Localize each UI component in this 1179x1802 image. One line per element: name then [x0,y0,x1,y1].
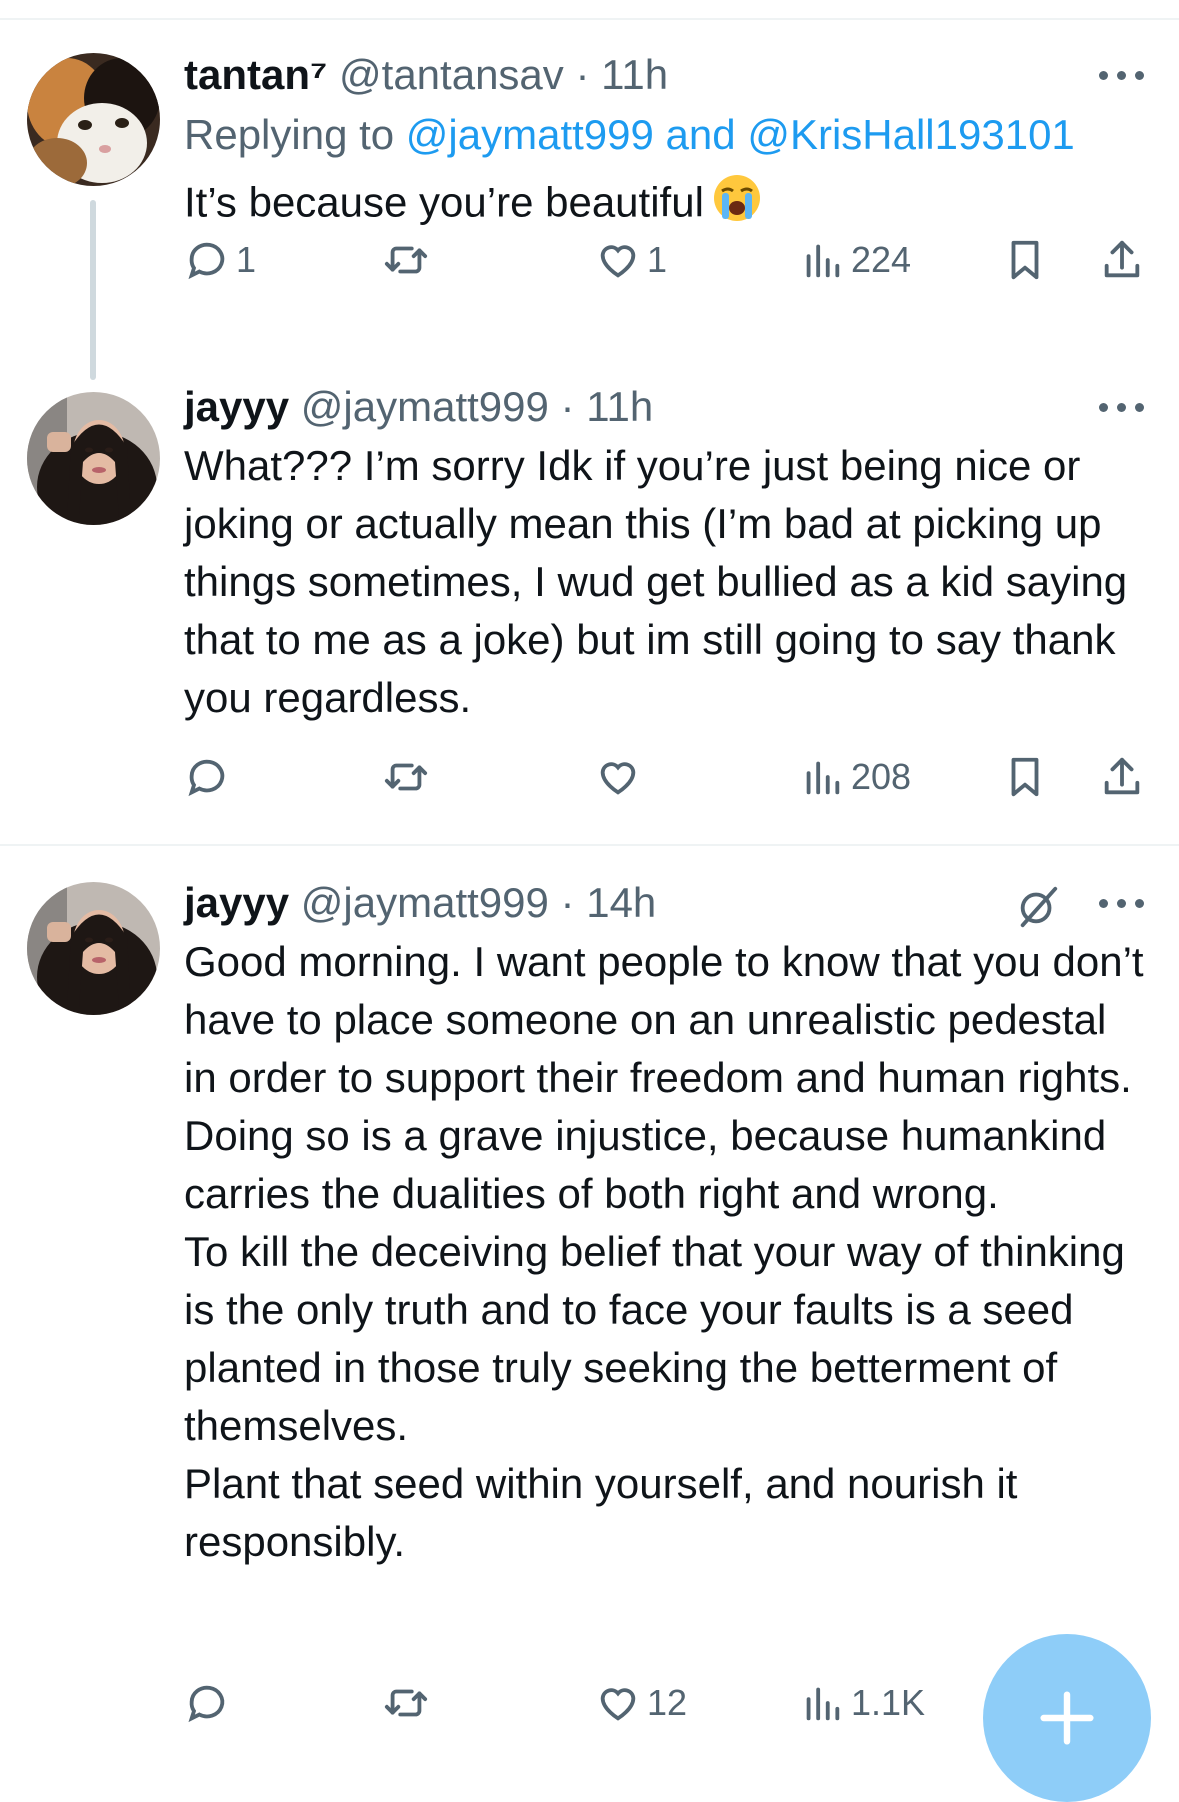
avatar[interactable] [27,882,160,1015]
tweet-reply-jayyy[interactable]: jayyy @jaymatt999 · 11h What??? I’m sorr… [0,380,1179,840]
retweet-button[interactable] [383,230,435,290]
bookmark-icon [1011,757,1039,797]
view-count: 1.1K [851,1682,926,1723]
avatar[interactable] [27,53,160,186]
separator-dot: · [575,51,590,98]
view-count: 208 [851,756,912,797]
thread-connector-line [90,200,96,380]
like-count: 12 [647,1682,688,1723]
display-name[interactable]: jayyy [184,879,289,926]
more-options-icon[interactable] [1099,395,1145,419]
bookmark-icon [1011,240,1039,280]
like-button[interactable] [595,747,647,807]
tweet-text: Good morning. I want people to know that… [184,938,1144,1565]
reply-button[interactable] [184,1673,236,1733]
tweet-header: tantan⁷ @tantansav · 11h [184,45,1145,105]
retweet-icon [384,763,428,791]
reply-icon [188,1685,225,1723]
timestamp[interactable]: 14h [586,879,656,926]
retweet-button[interactable] [383,1673,435,1733]
mention-link[interactable]: @jaymatt999 [406,111,654,158]
views-button[interactable]: 224 [799,230,911,290]
share-button[interactable] [1099,230,1145,290]
heart-icon [600,762,636,795]
user-handle[interactable]: @jaymatt999 [301,879,549,926]
replying-and: and [653,111,748,158]
more-options-icon[interactable] [1099,891,1145,915]
user-handle[interactable]: @jaymatt999 [301,383,549,430]
share-button[interactable] [1099,747,1145,807]
tweet-header: jayyy @jaymatt999 · 14h [184,873,1145,933]
reply-count: 1 [236,239,257,280]
retweet-icon [384,1689,428,1717]
share-icon [1104,757,1140,795]
timestamp[interactable]: 11h [586,383,653,430]
replying-to: Replying to @jaymatt999 and @KrisHall193… [184,105,1145,165]
heart-icon [600,1688,636,1721]
tweet-text: What??? I’m sorry Idk if you’re just bei… [184,442,1128,721]
views-icon [806,1687,840,1721]
reply-icon [188,242,225,280]
tweet-header: jayyy @jaymatt999 · 11h [184,377,1145,437]
bookmark-button[interactable] [1002,230,1048,290]
user-handle[interactable]: @tantansav [339,51,564,98]
compose-fab-button[interactable] [983,1634,1151,1802]
views-icon [806,761,840,795]
crying-face-emoji-icon [712,173,762,238]
tweet-text: It’s because you’re beautiful [184,173,1145,238]
replying-prefix: Replying to [184,111,406,158]
tweet-post-jayyy[interactable]: jayyy @jaymatt999 · 14h Good morning. I … [0,846,1179,1751]
like-button[interactable]: 12 [595,1673,687,1733]
like-count: 1 [647,239,668,280]
bookmark-button[interactable] [1002,747,1048,807]
avatar[interactable] [27,392,160,525]
more-options-icon[interactable] [1099,63,1145,87]
views-button[interactable]: 208 [799,747,911,807]
mention-link[interactable]: @KrisHall193101 [747,111,1074,158]
plus-icon [1040,1691,1094,1745]
share-icon [1104,240,1140,278]
display-name[interactable]: tantan⁷ [184,51,327,98]
views-icon [806,244,840,278]
reply-button[interactable]: 1 [184,230,256,290]
retweet-icon [384,246,428,274]
reply-button[interactable] [184,747,236,807]
separator-dot: · [560,383,575,430]
display-name[interactable]: jayyy [184,383,289,430]
views-button[interactable]: 1.1K [799,1673,925,1733]
like-button[interactable]: 1 [595,230,667,290]
heart-icon [600,245,636,278]
grok-icon[interactable] [1015,883,1061,929]
view-count: 224 [851,239,912,280]
separator-dot: · [560,879,575,926]
retweet-button[interactable] [383,747,435,807]
reply-icon [188,759,225,797]
timestamp[interactable]: 11h [601,51,668,98]
tweet-text-content: It’s because you’re beautiful [184,178,704,226]
